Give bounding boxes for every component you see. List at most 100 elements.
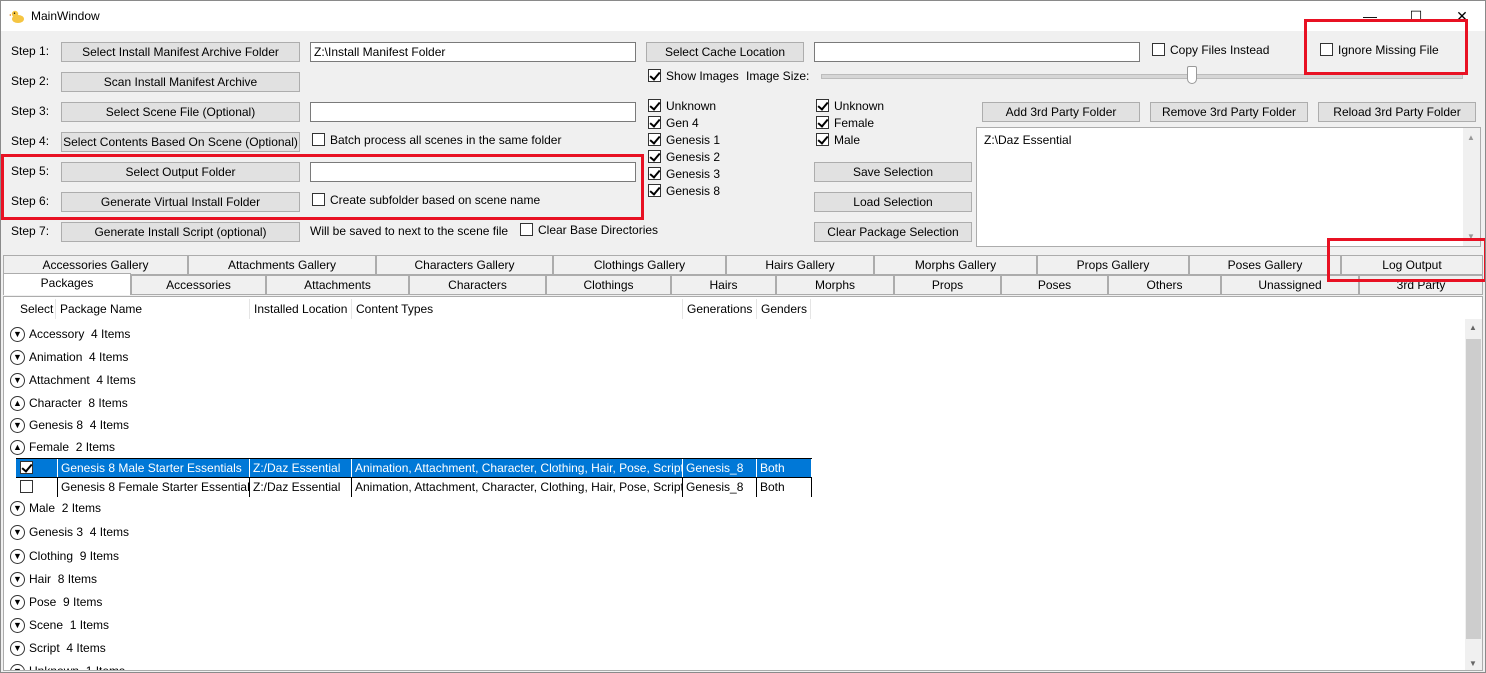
chevron-down-icon[interactable]: ▼ [10,418,25,434]
tab-attachments-gallery[interactable]: Attachments Gallery [188,255,376,275]
batch-process-checkbox[interactable] [312,133,325,146]
row-select-checkbox[interactable] [20,480,33,493]
show-images-checkbox[interactable] [648,69,661,82]
column-header[interactable]: Package Name [56,299,250,319]
3rd-party-folder-item[interactable]: Z:\Daz Essential [984,133,1071,147]
chevron-down-icon[interactable]: ▼ [10,549,25,565]
tab-hairs[interactable]: Hairs [671,275,776,295]
chevron-down-icon[interactable]: ▼ [10,618,25,634]
tab-accessories-gallery[interactable]: Accessories Gallery [3,255,188,275]
group-header[interactable]: ▲ Character 8 Items [10,393,128,413]
manifest-folder-field[interactable]: Z:\Install Manifest Folder [310,42,636,62]
tab-clothings-gallery[interactable]: Clothings Gallery [553,255,726,275]
chevron-up-icon[interactable]: ▲ [10,440,25,456]
tab-hairs-gallery[interactable]: Hairs Gallery [726,255,874,275]
generation-checkbox[interactable] [648,99,661,112]
tab-morphs-gallery[interactable]: Morphs Gallery [874,255,1037,275]
tab-poses-gallery[interactable]: Poses Gallery [1189,255,1341,275]
generation-checkbox[interactable] [648,150,661,163]
table-row[interactable]: Genesis 8 Male Starter Essentials Z:/Daz … [16,458,812,478]
chevron-down-icon[interactable]: ▼ [10,350,25,366]
clear-package-selection-button[interactable]: Clear Package Selection [814,222,972,242]
gender-checkbox[interactable] [816,133,829,146]
copy-files-checkbox[interactable] [1152,43,1165,56]
remove-3rd-party-folder-button[interactable]: Remove 3rd Party Folder [1150,102,1308,122]
tab-others[interactable]: Others [1108,275,1221,295]
3rd-party-list-scrollbar[interactable]: ▲ ▼ [1463,128,1480,246]
group-header[interactable]: ▼ Accessory 4 Items [10,324,130,344]
group-header[interactable]: ▼ Attachment 4 Items [10,370,136,390]
save-selection-button[interactable]: Save Selection [814,162,972,182]
generate-virtual-install-button[interactable]: Generate Virtual Install Folder [61,192,300,212]
select-manifest-folder-button[interactable]: Select Install Manifest Archive Folder [61,42,300,62]
scroll-up-icon[interactable]: ▲ [1467,133,1475,142]
generation-checkbox[interactable] [648,167,661,180]
tab-log-output[interactable]: Log Output [1341,255,1483,275]
reload-3rd-party-folder-button[interactable]: Reload 3rd Party Folder [1318,102,1476,122]
group-header[interactable]: ▲ Female 2 Items [10,437,115,457]
tab-packages[interactable]: Packages [3,273,131,295]
tab-characters-gallery[interactable]: Characters Gallery [376,255,553,275]
select-scene-file-button[interactable]: Select Scene File (Optional) [61,102,300,122]
chevron-down-icon[interactable]: ▼ [10,501,25,517]
table-row[interactable]: Genesis 8 Female Starter Essentials Z:/Da… [16,477,812,497]
scan-manifest-button[interactable]: Scan Install Manifest Archive [61,72,300,92]
group-header[interactable]: ▼ Male 2 Items [10,498,101,518]
scrollbar-thumb[interactable] [1466,339,1481,639]
select-cache-location-button[interactable]: Select Cache Location [646,42,804,62]
group-header[interactable]: ▼ Animation 4 Items [10,347,128,367]
tab-props-gallery[interactable]: Props Gallery [1037,255,1189,275]
chevron-down-icon[interactable]: ▼ [10,373,25,389]
generation-checkbox[interactable] [648,133,661,146]
gender-checkbox[interactable] [816,116,829,129]
image-size-slider-thumb[interactable] [1187,66,1198,84]
close-button[interactable]: ✕ [1439,1,1485,31]
group-header[interactable]: ▼ Genesis 3 4 Items [10,522,129,542]
create-subfolder-checkbox[interactable] [312,193,325,206]
load-selection-button[interactable]: Load Selection [814,192,972,212]
tab-characters[interactable]: Characters [409,275,546,295]
tab-attachments[interactable]: Attachments [266,275,409,295]
tab-accessories[interactable]: Accessories [131,275,266,295]
column-header[interactable]: Generations [683,299,757,319]
tab-morphs[interactable]: Morphs [776,275,894,295]
add-3rd-party-folder-button[interactable]: Add 3rd Party Folder [982,102,1140,122]
chevron-down-icon[interactable]: ▼ [10,525,25,541]
scroll-down-icon[interactable]: ▼ [1467,232,1475,241]
tab-poses[interactable]: Poses [1001,275,1108,295]
gender-checkbox[interactable] [816,99,829,112]
tab-3rd-party[interactable]: 3rd Party [1359,275,1483,295]
chevron-up-icon[interactable]: ▲ [10,396,25,412]
minimize-button[interactable]: — [1347,1,1393,31]
group-header[interactable]: ▼ Pose 9 Items [10,592,102,612]
generation-checkbox[interactable] [648,184,661,197]
chevron-down-icon[interactable]: ▼ [10,664,25,670]
chevron-down-icon[interactable]: ▼ [10,572,25,588]
group-header[interactable]: ▼ Clothing 9 Items [10,546,119,566]
group-header[interactable]: ▼ Script 4 Items [10,638,106,658]
select-output-folder-button[interactable]: Select Output Folder [61,162,300,182]
select-contents-scene-button[interactable]: Select Contents Based On Scene (Optional… [61,132,300,152]
3rd-party-folder-list[interactable]: Z:\Daz Essential ▲ ▼ [976,127,1481,247]
scroll-down-icon[interactable]: ▼ [1469,659,1477,668]
chevron-down-icon[interactable]: ▼ [10,327,25,343]
chevron-down-icon[interactable]: ▼ [10,641,25,657]
generation-checkbox[interactable] [648,116,661,129]
group-header[interactable]: ▼ Genesis 8 4 Items [10,415,129,435]
tab-unassigned[interactable]: Unassigned [1221,275,1359,295]
scroll-up-icon[interactable]: ▲ [1469,323,1477,332]
group-header[interactable]: ▼ Hair 8 Items [10,569,97,589]
column-header[interactable]: Installed Location [250,299,352,319]
output-folder-field[interactable] [310,162,636,182]
column-header[interactable]: Content Types [352,299,683,319]
group-header[interactable]: ▼ Unknown 1 Items [10,661,125,670]
tab-props[interactable]: Props [894,275,1001,295]
image-size-slider-track[interactable] [821,74,1463,79]
row-select-checkbox[interactable] [20,461,33,474]
tab-clothings[interactable]: Clothings [546,275,671,295]
packages-scrollbar[interactable]: ▲ ▼ [1465,319,1482,670]
chevron-down-icon[interactable]: ▼ [10,595,25,611]
column-header[interactable]: Select [16,299,56,319]
maximize-button[interactable]: ☐ [1393,1,1439,31]
column-header[interactable]: Genders [757,299,811,319]
